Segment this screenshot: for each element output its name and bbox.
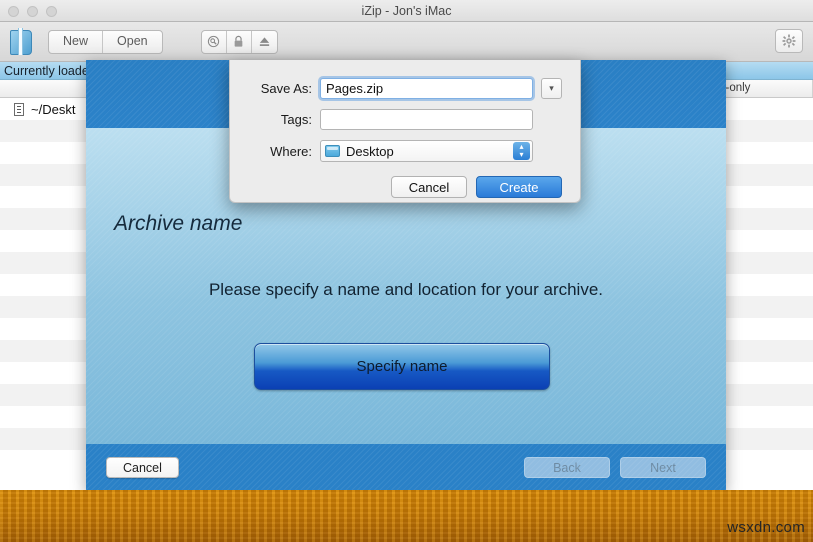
toolbar: New Open [0,22,813,62]
sheet-create-button[interactable]: Create [476,176,562,198]
watermark: wsxdn.com [727,519,805,536]
tags-row: Tags: [248,109,562,130]
eject-icon[interactable] [252,31,277,53]
assistant-next-button[interactable]: Next [620,456,706,478]
save-as-input[interactable]: Pages.zip [320,78,533,99]
cell-archive-label: ~/Deskt [31,101,76,117]
where-row: Where: Desktop ▴ ▾ [248,140,562,162]
chevron-updown-icon[interactable]: ▴ ▾ [513,142,530,160]
assistant-nav-buttons: Back Next [524,456,706,478]
new-button[interactable]: New [49,30,104,53]
assistant-subtitle: Please specify a name and location for y… [208,280,604,299]
assistant-footer: Cancel Back Next [86,444,726,490]
close-button[interactable] [8,6,19,17]
minimize-button[interactable] [27,6,38,17]
assistant-cancel-button[interactable]: Cancel [106,456,179,478]
save-as-sheet: Save As: Pages.zip ▾ Tags: Where: Deskto… [229,60,581,203]
archive-action-group[interactable] [200,29,278,54]
new-open-segmented-control[interactable]: New Open [48,29,163,54]
where-popup-button[interactable]: Desktop ▴ ▾ [320,140,533,162]
chevron-down-icon[interactable]: ▾ [541,78,562,99]
izip-book-icon [10,27,36,56]
window-controls[interactable] [8,6,57,17]
assistant-back-button[interactable]: Back [524,456,610,478]
archive-file-icon [14,102,24,116]
tags-label: Tags: [280,112,312,127]
window-title: iZip - Jon's iMac [361,4,452,18]
izip-window: iZip - Jon's iMac New Open Currently loa… [0,0,813,490]
where-label: Where: [270,143,312,159]
window-titlebar: iZip - Jon's iMac [0,0,813,22]
sheet-cancel-button[interactable]: Cancel [391,176,467,198]
where-value: Desktop [346,143,394,159]
specify-name-button[interactable]: Specify name [254,343,550,390]
zoom-button[interactable] [46,6,57,17]
password-icon[interactable] [202,30,227,53]
tags-input[interactable] [320,109,533,130]
sheet-buttons: Cancel Create [248,176,562,198]
folder-icon [325,145,340,157]
gear-icon[interactable] [775,29,803,53]
save-as-row: Save As: Pages.zip ▾ [248,78,562,99]
assistant-title: Archive name [114,212,243,235]
lock-icon[interactable] [227,30,252,53]
open-button[interactable]: Open [103,31,162,53]
save-as-label: Save As: [260,81,312,96]
